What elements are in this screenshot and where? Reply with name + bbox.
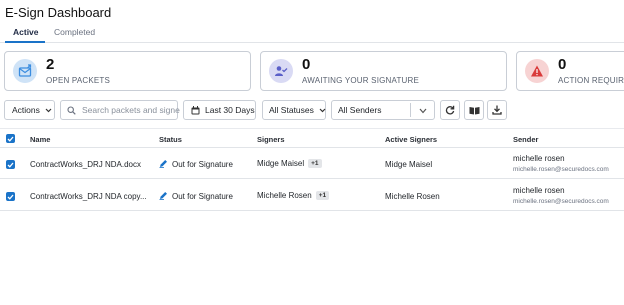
status-filter-label: All Statuses bbox=[269, 105, 314, 115]
column-header-status[interactable]: Status bbox=[159, 135, 182, 144]
table-row[interactable]: ContractWorks_DRJ NDA copy... Out for Si… bbox=[0, 180, 624, 211]
signers-cell: Michelle Rosen +1 bbox=[257, 191, 330, 200]
search-box[interactable] bbox=[60, 100, 180, 120]
chevron-down-icon bbox=[419, 106, 427, 116]
sender-name: michelle rosen bbox=[513, 154, 565, 163]
table-row[interactable]: ContractWorks_DRJ NDA.docx Out for Signa… bbox=[0, 148, 624, 179]
action-required-label: ACTION REQUIRED bbox=[558, 76, 624, 85]
action-required-count: 0 bbox=[558, 56, 567, 73]
open-packets-label: OPEN PACKETS bbox=[46, 76, 111, 85]
view-book-button[interactable] bbox=[464, 100, 484, 120]
sender-email: michelle.rosen@securedocs.com bbox=[513, 166, 609, 173]
status-text: Out for Signature bbox=[172, 192, 233, 201]
more-signers-badge[interactable]: +1 bbox=[308, 159, 322, 168]
status-cell: Out for Signature bbox=[159, 191, 233, 202]
pen-icon bbox=[159, 191, 168, 202]
user-check-icon bbox=[269, 59, 293, 83]
actions-label: Actions bbox=[12, 105, 40, 115]
download-icon bbox=[492, 105, 502, 115]
packet-name[interactable]: ContractWorks_DRJ NDA.docx bbox=[30, 160, 141, 169]
sender-filter-dropdown[interactable]: All Senders bbox=[331, 100, 435, 120]
sender-name: michelle rosen bbox=[513, 186, 565, 195]
search-icon bbox=[67, 105, 76, 115]
book-icon bbox=[469, 106, 480, 115]
tab-bar: Active Completed bbox=[0, 24, 624, 43]
awaiting-signature-label: AWAITING YOUR SIGNATURE bbox=[302, 76, 420, 85]
calendar-icon bbox=[191, 105, 200, 115]
packet-name[interactable]: ContractWorks_DRJ NDA copy... bbox=[30, 192, 147, 201]
signer-name: Midge Maisel bbox=[257, 159, 305, 168]
dropdown-divider bbox=[410, 103, 411, 117]
awaiting-signature-card[interactable]: 0 AWAITING YOUR SIGNATURE bbox=[260, 51, 507, 91]
signers-cell: Midge Maisel +1 bbox=[257, 159, 322, 168]
open-packets-count: 2 bbox=[46, 56, 55, 73]
column-header-sender[interactable]: Sender bbox=[513, 135, 538, 144]
active-tab-indicator bbox=[5, 41, 45, 43]
active-signer: Michelle Rosen bbox=[385, 192, 440, 201]
sender-filter-label: All Senders bbox=[338, 105, 382, 115]
refresh-icon bbox=[445, 105, 455, 115]
tab-active[interactable]: Active bbox=[13, 27, 39, 37]
actions-dropdown[interactable]: Actions bbox=[4, 100, 55, 120]
chevron-down-icon bbox=[45, 105, 52, 115]
chevron-down-icon bbox=[319, 105, 326, 115]
active-signer: Midge Maisel bbox=[385, 160, 433, 169]
download-button[interactable] bbox=[487, 100, 507, 120]
signer-name: Michelle Rosen bbox=[257, 191, 312, 200]
status-cell: Out for Signature bbox=[159, 159, 233, 170]
refresh-button[interactable] bbox=[440, 100, 460, 120]
table-header: Name Status Signers Active Signers Sende… bbox=[0, 128, 624, 148]
pen-icon bbox=[159, 159, 168, 170]
row-checkbox[interactable] bbox=[6, 192, 15, 201]
status-filter-dropdown[interactable]: All Statuses bbox=[262, 100, 326, 120]
date-range-button[interactable]: Last 30 Days bbox=[183, 100, 256, 120]
select-all-checkbox[interactable] bbox=[6, 134, 15, 143]
tab-completed[interactable]: Completed bbox=[54, 27, 95, 37]
envelope-arrow-icon bbox=[13, 59, 37, 83]
column-header-name[interactable]: Name bbox=[30, 135, 50, 144]
date-range-label: Last 30 Days bbox=[205, 105, 255, 115]
page-title: E-Sign Dashboard bbox=[5, 5, 112, 20]
sender-email: michelle.rosen@securedocs.com bbox=[513, 198, 609, 205]
status-text: Out for Signature bbox=[172, 160, 233, 169]
open-packets-card[interactable]: 2 OPEN PACKETS bbox=[4, 51, 251, 91]
awaiting-signature-count: 0 bbox=[302, 56, 311, 73]
warning-icon bbox=[525, 59, 549, 83]
action-required-card[interactable]: 0 ACTION REQUIRED bbox=[516, 51, 624, 91]
column-header-signers[interactable]: Signers bbox=[257, 135, 285, 144]
search-input[interactable] bbox=[82, 105, 180, 115]
column-header-active-signers[interactable]: Active Signers bbox=[385, 135, 437, 144]
row-checkbox[interactable] bbox=[6, 160, 15, 169]
more-signers-badge[interactable]: +1 bbox=[315, 191, 330, 200]
